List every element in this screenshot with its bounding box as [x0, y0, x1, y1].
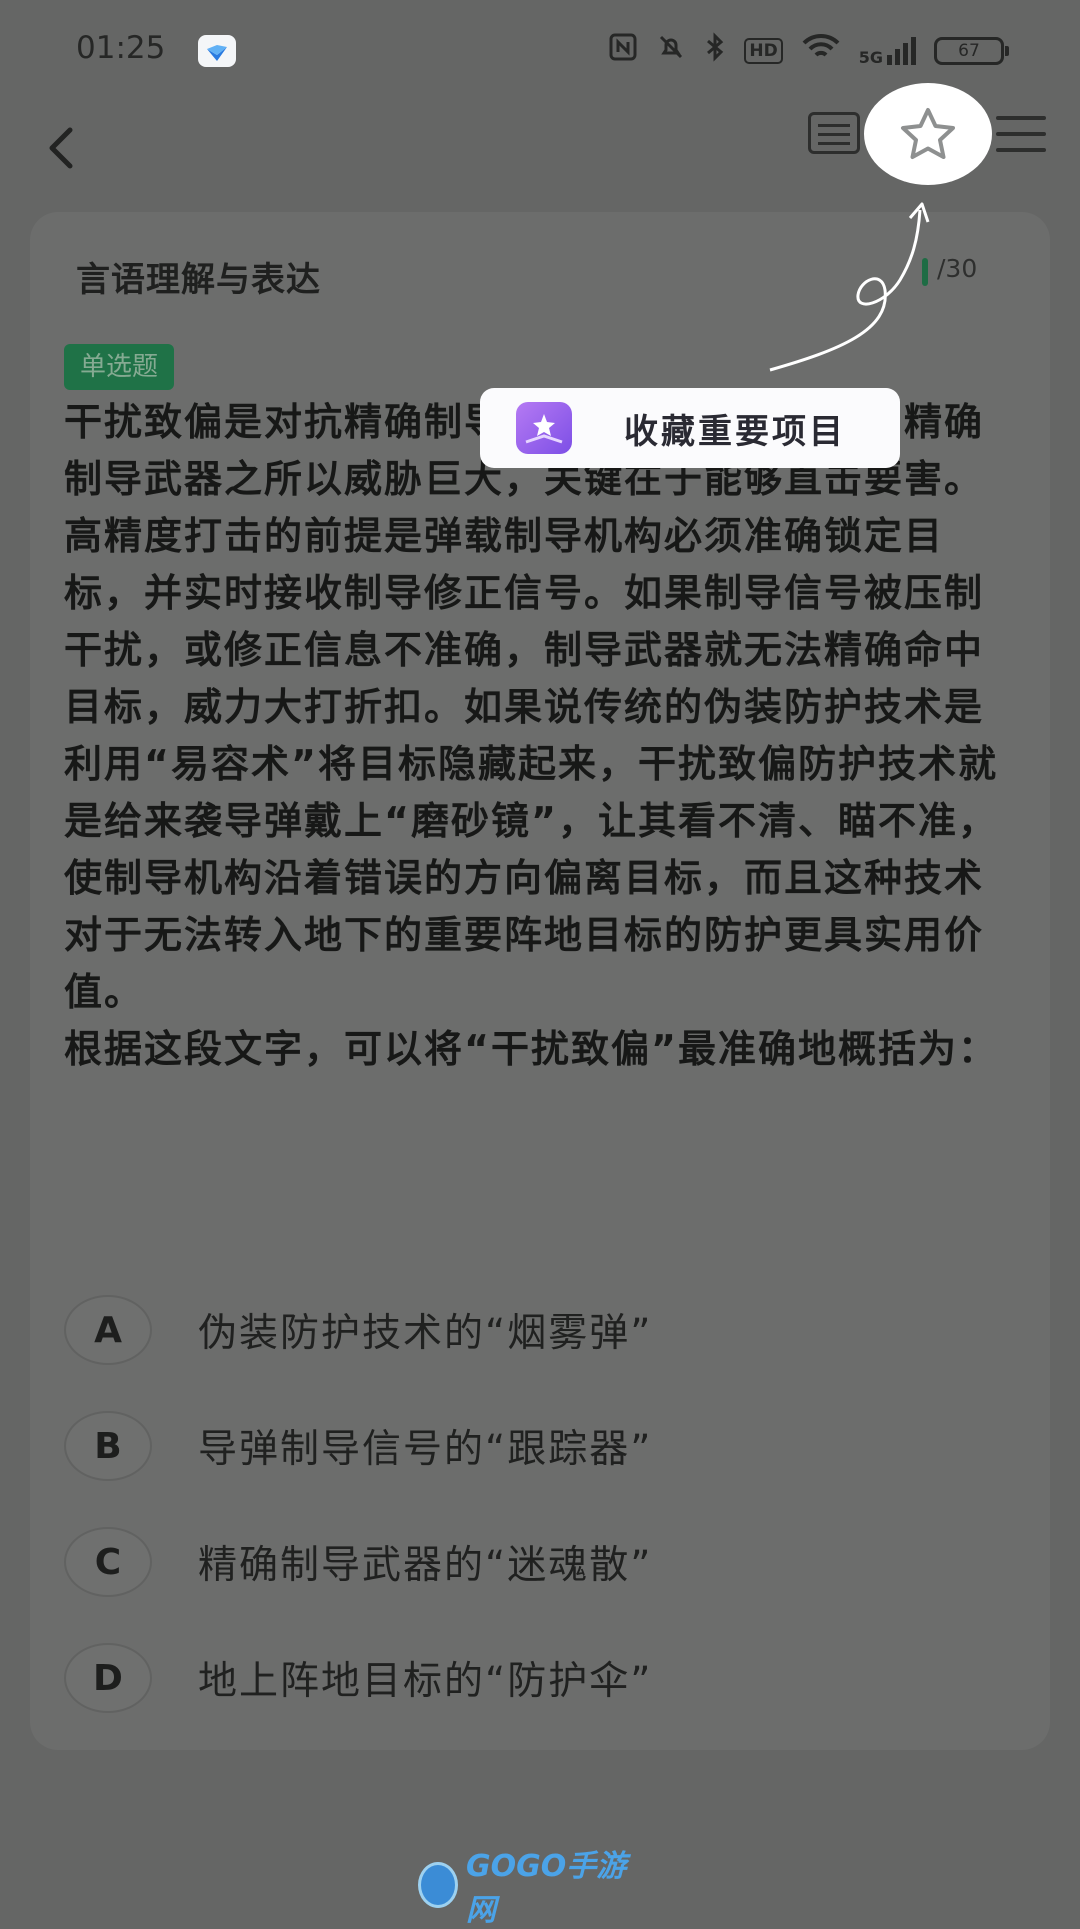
favorite-button[interactable]	[864, 83, 992, 185]
option-letter: C	[64, 1527, 152, 1597]
option-d[interactable]: D 地上阵地目标的“防护伞”	[64, 1643, 964, 1713]
star-outline-icon	[901, 108, 955, 159]
favorite-tooltip[interactable]: 收藏重要项目	[480, 388, 900, 468]
back-button[interactable]	[40, 110, 100, 190]
watermark-text: GOGO手游网	[466, 1849, 627, 1928]
status-icons: HD 5G 67	[608, 32, 1009, 69]
option-c[interactable]: C 精确制导武器的“迷魂散”	[64, 1527, 964, 1597]
option-letter: A	[64, 1295, 152, 1365]
watermark-logo-icon	[418, 1862, 459, 1908]
chevron-left-icon	[49, 127, 73, 169]
status-time: 01:25	[76, 30, 166, 66]
option-text: 精确制导武器的“迷魂散”	[198, 1543, 653, 1588]
tooltip-pointer-arrow	[769, 202, 930, 372]
app-notification-icon	[198, 35, 236, 67]
tooltip-text: 收藏重要项目	[624, 411, 846, 452]
nfc-icon	[608, 32, 638, 69]
bluetooth-icon	[704, 32, 726, 69]
option-text: 导弹制导信号的“跟踪器”	[198, 1427, 653, 1472]
section-title: 言语理解与表达	[76, 260, 321, 300]
option-text: 地上阵地目标的“防护伞”	[198, 1659, 653, 1704]
watermark: GOGO手游网	[418, 1849, 628, 1928]
signal-icon: 5G	[858, 36, 916, 67]
question-type-tag: 单选题	[64, 344, 175, 390]
option-text: 伪装防护技术的“烟雾弹”	[198, 1311, 653, 1356]
mute-bell-icon	[656, 32, 686, 69]
question-text: 干扰致偏是对抗精确制导武器的一种有效手段。精确制导武器之所以威胁巨大，关键在于能…	[64, 394, 1014, 1078]
option-letter: D	[64, 1643, 152, 1713]
bookmark-star-icon	[516, 402, 572, 454]
battery-indicator: 67	[934, 36, 1009, 65]
option-b[interactable]: B 导弹制导信号的“跟踪器”	[64, 1411, 964, 1481]
option-a[interactable]: A 伪装防护技术的“烟雾弹”	[64, 1295, 964, 1365]
option-letter: B	[64, 1411, 152, 1481]
wifi-icon	[801, 33, 841, 68]
network-type: 5G	[858, 47, 883, 67]
menu-button[interactable]	[996, 114, 1046, 154]
question-text-content: 干扰致偏是对抗精确制导武器的一种有效手段。精确制导武器之所以威胁巨大，关键在于能…	[64, 400, 998, 1071]
answer-sheet-button[interactable]	[808, 112, 860, 154]
hd-badge: HD	[744, 37, 783, 64]
